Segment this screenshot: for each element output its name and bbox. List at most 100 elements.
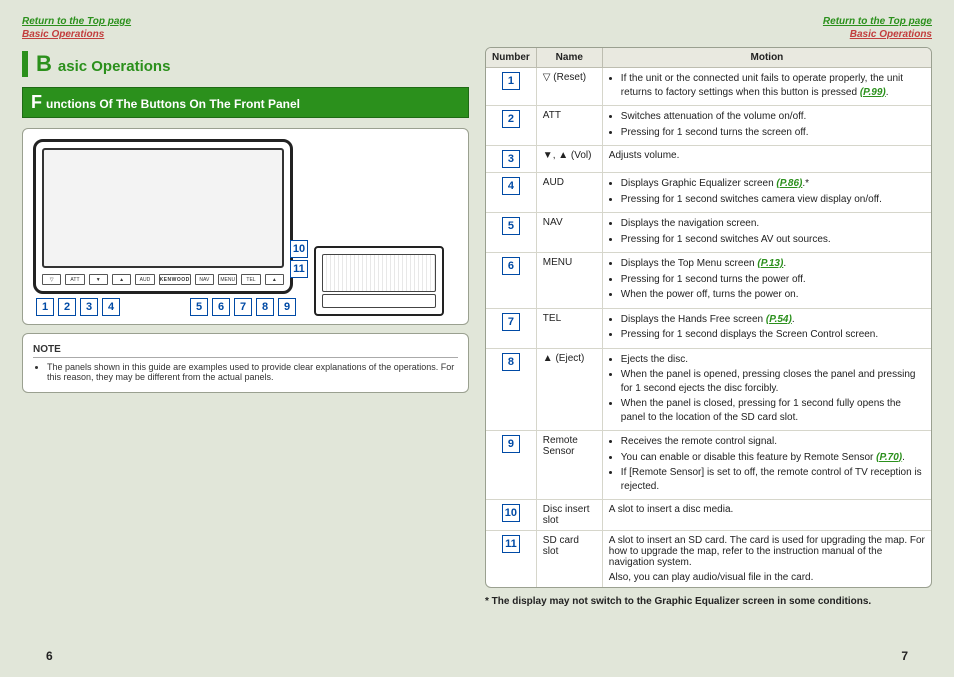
callout-2: 2 [58,298,76,316]
side-callout-column: 1011 [290,240,308,278]
front-hw-button: ▲ [265,274,284,285]
motion-item: Pressing for 1 second turns the power of… [621,273,925,287]
row-number-11: 11 [502,535,520,553]
motion-item: Pressing for 1 second switches AV out so… [621,233,925,247]
page-spread: Return to the Top page Basic Operations … [0,0,954,677]
page-number-right: 7 [901,649,908,663]
front-hw-button: NAV [195,274,214,285]
row-motion: If the unit or the connected unit fails … [602,68,931,106]
motion-item: When the power off, turns the power on. [621,288,925,302]
row-name: Disc insert slot [536,500,602,531]
table-row: 8▲ (Eject)Ejects the disc.When the panel… [486,348,931,431]
front-hw-button: AUD [135,274,154,285]
callout-11: 11 [290,260,308,278]
row-motion: Displays the Hands Free screen (P.54).Pr… [602,308,931,348]
row-number-2: 2 [502,110,520,128]
callout-8: 8 [256,298,274,316]
row-number-10: 10 [502,504,520,522]
row-motion: Receives the remote control signal. You c… [602,431,931,500]
table-row: 2ATTSwitches attenuation of the volume o… [486,106,931,146]
table-row: 10 Disc insert slotA slot to insert a dis… [486,500,931,531]
front-button-row: ▽ATT▼▲AUDKENWOODNAVMENUTEL▲ [42,274,284,285]
row-number-1: 1 [502,72,520,90]
row-motion: Adjusts volume. [602,146,931,173]
right-page: Return to the Top page Basic Operations … [485,16,932,661]
row-motion: Displays Graphic Equalizer screen (P.86)… [602,173,931,213]
row-number-6: 6 [502,257,520,275]
motion-item: When the panel is opened, pressing close… [621,368,925,395]
table-row: 9Remote SensorReceives the remote contro… [486,431,931,500]
section-title: Basic Operations [22,51,469,77]
row-number-8: 8 [502,353,520,371]
page-ref-link[interactable]: (P.70) [876,452,902,463]
page-ref-link[interactable]: (P.86) [776,178,802,189]
page-ref-link[interactable]: (P.13) [757,258,783,269]
row-motion: Ejects the disc.When the panel is opened… [602,348,931,431]
table-body: 1 ▽ (Reset) If the unit or the connected u… [486,68,931,588]
buttons-table: Number Name Motion 1▽ (Reset)If the unit… [486,48,931,587]
table-row: 3▼, ▲ (Vol)Adjusts volume. [486,146,931,173]
callout-3: 3 [80,298,98,316]
basic-ops-link[interactable]: Basic Operations [22,29,104,40]
row-motion: Displays the navigation screen. Pressing … [602,213,931,253]
row-name: AUD [536,173,602,213]
callout-10: 10 [290,240,308,258]
callout-9: 9 [278,298,296,316]
front-hw-button: ATT [65,274,84,285]
brand-label: KENWOOD [159,274,191,285]
row-number-7: 7 [502,313,520,331]
front-device-wrap: ▽ATT▼▲AUDKENWOODNAVMENUTEL▲ 1234 56789 [33,139,296,316]
motion-item: Displays the navigation screen. [621,217,925,231]
motion-item: Pressing for 1 second displays the Scree… [621,328,925,342]
motion-item: Pressing for 1 second turns the screen o… [621,126,925,140]
row-name: SD card slot [536,531,602,588]
th-motion: Motion [602,48,931,68]
note-title: NOTE [33,344,458,358]
th-name: Name [536,48,602,68]
footnote: * The display may not switch to the Grap… [485,596,932,607]
section-title-initial: B [36,51,52,77]
side-device-illustration [314,246,444,316]
table-row: 6MENUDisplays the Top Menu screen (P.13)… [486,253,931,309]
row-number-9: 9 [502,435,520,453]
front-hw-button: ▽ [42,274,61,285]
subsection-initial: F [31,92,42,113]
callout-7: 7 [234,298,252,316]
note-card: NOTE The panels shown in this guide are … [22,333,469,393]
page-ref-link[interactable]: (P.99) [860,87,886,98]
subsection-title-bar: Functions Of The Buttons On The Front Pa… [22,87,469,118]
front-hw-button: ▼ [89,274,108,285]
motion-item: Displays the Hands Free screen (P.54). [621,313,925,327]
row-name: TEL [536,308,602,348]
row-motion: A slot to insert an SD card. The card is… [602,531,931,588]
basic-ops-link-r[interactable]: Basic Operations [850,29,932,40]
note-list: The panels shown in this guide are examp… [33,362,458,382]
table-card: Number Name Motion 1▽ (Reset)If the unit… [485,47,932,588]
row-motion: A slot to insert a disc media. [602,500,931,531]
motion-item: Receives the remote control signal. [621,435,925,449]
row-number-5: 5 [502,217,520,235]
callout-1: 1 [36,298,54,316]
page-number-left: 6 [46,649,53,663]
callout-4: 4 [102,298,120,316]
subsection-rest: unctions Of The Buttons On The Front Pan… [46,97,300,111]
row-name: ▽ (Reset) [536,68,602,106]
motion-item: Ejects the disc. [621,353,925,367]
return-top-link-r[interactable]: Return to the Top page [823,16,932,27]
row-name: ▼, ▲ (Vol) [536,146,602,173]
page-ref-link[interactable]: (P.54) [766,314,792,325]
return-top-link[interactable]: Return to the Top page [22,16,131,27]
illustration-card: ▽ATT▼▲AUDKENWOODNAVMENUTEL▲ 1234 56789 1… [22,128,469,325]
right-callout-row: 56789 [190,298,296,316]
top-link-bar-right: Return to the Top page Basic Operations [485,16,932,41]
row-number-4: 4 [502,177,520,195]
left-page: Return to the Top page Basic Operations … [22,16,469,661]
front-device-illustration: ▽ATT▼▲AUDKENWOODNAVMENUTEL▲ [33,139,293,294]
table-row: 1 ▽ (Reset) If the unit or the connected u… [486,68,931,106]
motion-item: If the unit or the connected unit fails … [621,72,925,99]
motion-item: If [Remote Sensor] is set to off, the re… [621,466,925,493]
motion-item: You can enable or disable this feature b… [621,451,925,465]
callout-5: 5 [190,298,208,316]
motion-item: Displays the Top Menu screen (P.13). [621,257,925,271]
table-row: 4 AUDDisplays Graphic Equalizer screen (P… [486,173,931,213]
